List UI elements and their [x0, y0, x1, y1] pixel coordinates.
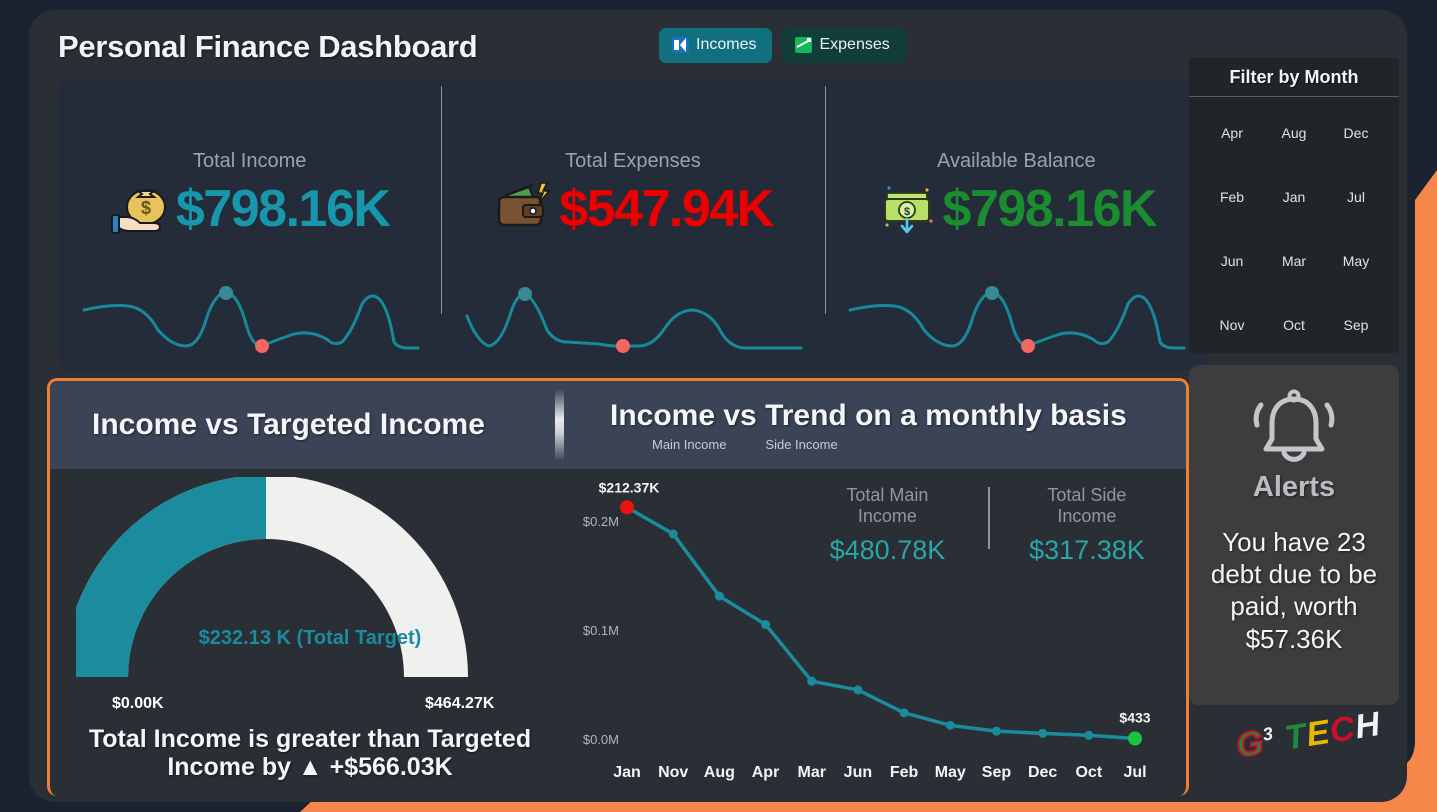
last-point-label: $433 — [1119, 710, 1150, 726]
data-point[interactable] — [1084, 730, 1094, 740]
data-point[interactable] — [807, 676, 817, 686]
trend-panel: Total Main Income $480.78K Total Side In… — [565, 469, 1186, 799]
month-filter-jul[interactable]: Jul — [1325, 189, 1387, 205]
kpi-available-balance: Available Balance $ $798.16K — [824, 80, 1208, 370]
x-axis-tick: Oct — [1075, 764, 1102, 781]
month-filter-dec[interactable]: Dec — [1325, 125, 1387, 141]
data-point[interactable] — [1038, 728, 1048, 738]
kpi-label: Total Income — [192, 150, 307, 172]
data-point[interactable] — [714, 591, 724, 601]
kpi-value: $798.16K — [175, 180, 391, 238]
svg-text:$: $ — [903, 206, 909, 218]
dashboard-card: Personal Finance Dashboard Incomes Expen… — [29, 10, 1407, 802]
x-axis-tick: Dec — [1028, 764, 1057, 781]
tab-income-vs-trend-label: Income vs Trend on a monthly basis — [610, 398, 1127, 432]
month-filter-mar[interactable]: Mar — [1263, 253, 1325, 269]
x-axis-tick: Nov — [658, 764, 688, 781]
section-tabbar: Income vs Targeted Income Income vs Tren… — [50, 381, 1186, 469]
kpi-panel: Total Income $ $798.16K Total Expenses $… — [58, 80, 1208, 370]
speaker-icon — [672, 37, 689, 53]
month-grid: Apr Aug Dec Feb Jan Jul Jun Mar May Nov Oct Sep — [1189, 97, 1399, 339]
data-point[interactable] — [761, 619, 771, 629]
expenses-button-label: Expenses — [819, 36, 890, 53]
filter-title: Filter by Month — [1189, 58, 1399, 97]
data-point[interactable] — [991, 726, 1001, 736]
gauge-note-line2: Income by ▲ +$566.03K — [167, 753, 453, 781]
x-axis-tick: Sep — [982, 764, 1012, 781]
data-point[interactable] — [1128, 731, 1142, 746]
tab-divider — [555, 389, 564, 461]
legend-side-income[interactable]: Side Income — [765, 437, 837, 452]
alerts-title: Alerts — [1252, 471, 1336, 503]
alerts-card: Alerts You have 23 debt due to be paid, … — [1189, 365, 1399, 705]
kpi-total-income: Total Income $ $798.16K — [58, 80, 441, 370]
kpi-label: Available Balance — [937, 150, 1096, 172]
data-point[interactable] — [899, 708, 909, 718]
kpi-total-expenses: Total Expenses $547.94K — [441, 80, 824, 370]
money-bag-in-hand-icon: $ — [110, 189, 166, 234]
chart-legend: Main Income Side Income — [652, 437, 1186, 452]
gauge-chart: $232.13 K (Total Target) $0.00K $464.27K… — [60, 475, 560, 781]
month-filter-sep[interactable]: Sep — [1325, 317, 1387, 333]
page-title: Personal Finance Dashboard — [58, 29, 478, 64]
cash-down-arrow-icon: $ — [883, 186, 933, 234]
x-axis-tick: Jul — [1123, 764, 1146, 781]
y-axis-tick: $0.0M — [583, 732, 619, 747]
kpi-sparkline — [441, 284, 824, 362]
legend-main-income[interactable]: Main Income — [652, 437, 726, 452]
header: Personal Finance Dashboard Incomes Expen… — [58, 21, 1208, 81]
svg-text:$: $ — [141, 198, 151, 218]
trend-line — [625, 505, 1137, 741]
gauge-note-line1: Total Income is greater than Targeted — [88, 725, 532, 753]
month-filter-may[interactable]: May — [1325, 253, 1387, 269]
month-filter-card: Filter by Month Apr Aug Dec Feb Jan Jul Jun Mar… — [1189, 58, 1399, 353]
header-buttons: Incomes Expenses — [659, 28, 906, 63]
data-point[interactable] — [668, 529, 678, 539]
dashboard-screen: Personal Finance Dashboard Incomes Expen… — [0, 0, 1437, 812]
x-axis-tick: Aug — [704, 764, 735, 781]
y-axis-tick: $0.1M — [583, 623, 619, 638]
incomes-button-label: Incomes — [696, 36, 757, 53]
x-axis-tick: Feb — [890, 764, 919, 781]
data-point[interactable] — [620, 500, 634, 515]
x-axis-tick: Jan — [613, 764, 641, 781]
month-filter-feb[interactable]: Feb — [1201, 189, 1263, 205]
month-filter-aug[interactable]: Aug — [1263, 125, 1325, 141]
incomes-button[interactable]: Incomes — [659, 28, 773, 63]
y-axis-tick: $0.2M — [583, 514, 619, 529]
right-rail: Filter by Month Apr Aug Dec Feb Jan Jul Jun Mar… — [1189, 58, 1399, 705]
data-point[interactable] — [945, 720, 955, 730]
month-filter-nov[interactable]: Nov — [1201, 317, 1263, 333]
data-point[interactable] — [853, 685, 863, 695]
kpi-value: $798.16K — [942, 180, 1158, 238]
kpi-sparkline — [825, 284, 1208, 362]
bell-icon — [1253, 389, 1335, 462]
x-axis-tick: May — [935, 764, 966, 781]
kpi-label: Total Expenses — [565, 150, 701, 172]
month-filter-jun[interactable]: Jun — [1201, 253, 1263, 269]
kpi-value: $547.94K — [559, 180, 774, 238]
month-filter-oct[interactable]: Oct — [1263, 317, 1325, 333]
kpi-sparkline — [58, 284, 441, 362]
gauge-value-label: $232.13 K (Total Target) — [198, 627, 422, 649]
first-point-label: $212.37K — [599, 479, 660, 495]
gauge-panel: $232.13 K (Total Target) $0.00K $464.27K… — [50, 469, 565, 799]
expenses-button[interactable]: Expenses — [782, 28, 906, 63]
wallet-icon — [497, 182, 551, 227]
month-filter-jan[interactable]: Jan — [1263, 189, 1325, 205]
tab-income-vs-target[interactable]: Income vs Targeted Income — [50, 408, 555, 442]
gauge-min-label: $0.00K — [112, 695, 164, 712]
analysis-section: Income vs Targeted Income Income vs Tren… — [47, 378, 1189, 796]
gauge-summary-note: Total Income is greater than Targeted In… — [60, 725, 560, 781]
x-axis-tick: Mar — [798, 764, 826, 781]
month-filter-apr[interactable]: Apr — [1201, 125, 1263, 141]
tab-income-vs-trend[interactable]: Income vs Trend on a monthly basis Main … — [564, 399, 1186, 452]
gauge-max-label: $464.27K — [425, 695, 495, 712]
alerts-message: You have 23 debt due to be paid, worth $… — [1210, 527, 1378, 654]
x-axis-tick: Jun — [844, 764, 872, 781]
x-axis-tick: Apr — [752, 764, 780, 781]
line-chart: $0.0M $0.1M $0.2M Jan Nov Aug Apr Mar Jun Feb May S… — [565, 469, 1186, 799]
chart-up-icon — [795, 37, 813, 53]
